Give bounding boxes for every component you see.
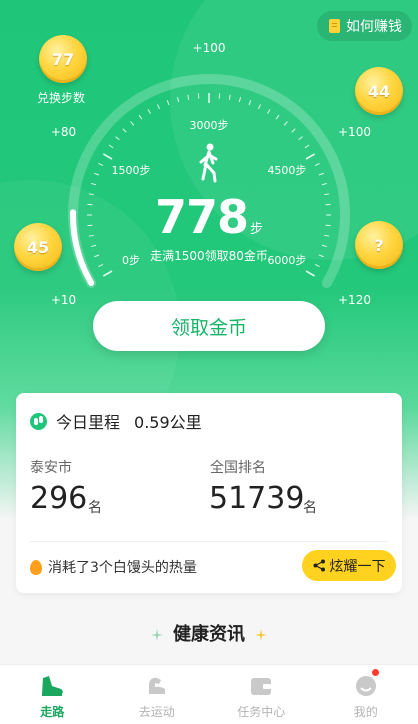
exchange-steps-label: 兑换步数	[37, 91, 86, 105]
gauge-tick	[156, 104, 161, 110]
coin-bubble-77[interactable]: 77	[39, 35, 87, 83]
notification-badge	[371, 669, 379, 676]
tab-walk[interactable]: 走路	[0, 665, 105, 724]
city-rank-unit: 名	[88, 500, 102, 516]
share-button[interactable]: 炫耀一下	[302, 550, 396, 581]
tab-task-center[interactable]: 任务中心	[209, 665, 314, 724]
share-label: 炫耀一下	[329, 558, 386, 575]
gauge-tick	[318, 172, 324, 176]
gauge-tick	[94, 172, 100, 176]
step-count: 778 步	[0, 190, 418, 244]
gauge-tick	[176, 97, 180, 103]
gauge-tick	[102, 153, 113, 160]
coin-value: 77	[51, 49, 75, 69]
gauge-tick	[98, 263, 104, 268]
mileage-value: 0.59公里	[134, 413, 202, 432]
mileage-label: 今日里程	[56, 413, 121, 432]
gauge-bonus-label: +10	[51, 293, 76, 307]
sparkle-icon	[150, 629, 163, 641]
claim-coins-button[interactable]: 领取金币	[93, 301, 325, 351]
tab-profile[interactable]: 我的	[314, 665, 418, 724]
gauge-tick	[283, 121, 288, 126]
step-count-unit: 步	[250, 222, 264, 237]
gauge-tick	[314, 263, 320, 268]
gauge-tick	[291, 128, 296, 133]
gauge-tick	[187, 94, 190, 100]
walking-person-icon	[199, 143, 218, 183]
calorie-text: 消耗了3个白馒头的热量	[48, 560, 197, 576]
stats-card: 今日里程 0.59公里 泰安市 296 名 全国排名 51739 名 消耗了3个…	[16, 393, 402, 593]
gauge-bonus-label: +100	[193, 41, 226, 55]
gauge-tick	[298, 136, 303, 141]
footprints-icon	[30, 412, 47, 430]
tab-profile-label: 我的	[353, 705, 378, 719]
gauge-tick	[257, 104, 262, 110]
city-rank-value: 296	[30, 481, 88, 516]
tab-walk-label: 走路	[40, 705, 65, 719]
gauge-tick	[108, 144, 114, 149]
mileage-row: 今日里程 0.59公里	[30, 409, 202, 433]
step-goal-hint: 走满1500领取80金币	[150, 249, 268, 263]
city-label: 泰安市	[30, 460, 72, 476]
health-news-title: 健康资讯	[173, 624, 245, 645]
gauge-tick	[122, 128, 127, 133]
gauge-tick	[238, 97, 242, 103]
gauge-tick	[248, 100, 252, 106]
calorie-row: 消耗了3个白馒头的热量	[30, 557, 197, 577]
gauge-bonus-label: +100	[338, 125, 371, 139]
coin-bubble-44[interactable]: 44	[355, 67, 403, 115]
health-news-heading: 健康资讯	[0, 620, 418, 646]
national-rank-label: 全国排名	[210, 460, 266, 476]
gauge-tick	[305, 153, 316, 160]
gauge-tick	[138, 114, 143, 120]
gauge-step-label: 3000步	[190, 119, 229, 132]
gauge-tick	[321, 182, 327, 186]
gauge-tick	[304, 144, 310, 149]
step-count-value: 778	[154, 190, 249, 244]
tab-exercise[interactable]: 去运动	[105, 665, 210, 724]
walking-shoe-icon	[42, 676, 64, 696]
share-icon	[313, 559, 325, 572]
gauge-tick	[98, 162, 104, 167]
national-rank-unit: 名	[303, 500, 317, 516]
bottom-tab-bar: 走路 去运动 任务中心 我的	[0, 664, 418, 724]
gauge-tick	[267, 109, 271, 114]
tab-exercise-label: 去运动	[138, 705, 175, 719]
gauge-tick	[314, 162, 320, 167]
flame-icon	[30, 559, 42, 575]
card-divider	[30, 541, 388, 542]
gauge-tick	[166, 100, 170, 106]
gauge-tick	[130, 121, 135, 126]
gauge-bonus-label: +80	[51, 125, 76, 139]
gauge-tick	[305, 270, 316, 277]
gauge-tick	[228, 94, 231, 100]
profile-icon	[355, 676, 376, 696]
tab-task-center-label: 任务中心	[237, 705, 286, 719]
gauge-bonus-label: +120	[338, 293, 371, 307]
gauge-step-label: 1500步	[112, 164, 151, 177]
gauge-tick	[102, 270, 113, 277]
wallet-icon	[251, 678, 272, 695]
coin-value: 44	[367, 81, 391, 101]
gauge-tick	[115, 136, 120, 141]
gauge-tick	[91, 182, 97, 186]
national-rank-value: 51739	[209, 481, 305, 516]
flexed-arm-icon	[148, 677, 165, 694]
gauge-tick	[275, 114, 280, 120]
gauge-step-label: 4500步	[267, 164, 306, 177]
sparkle-icon	[255, 629, 268, 641]
gauge-tick	[147, 109, 151, 114]
